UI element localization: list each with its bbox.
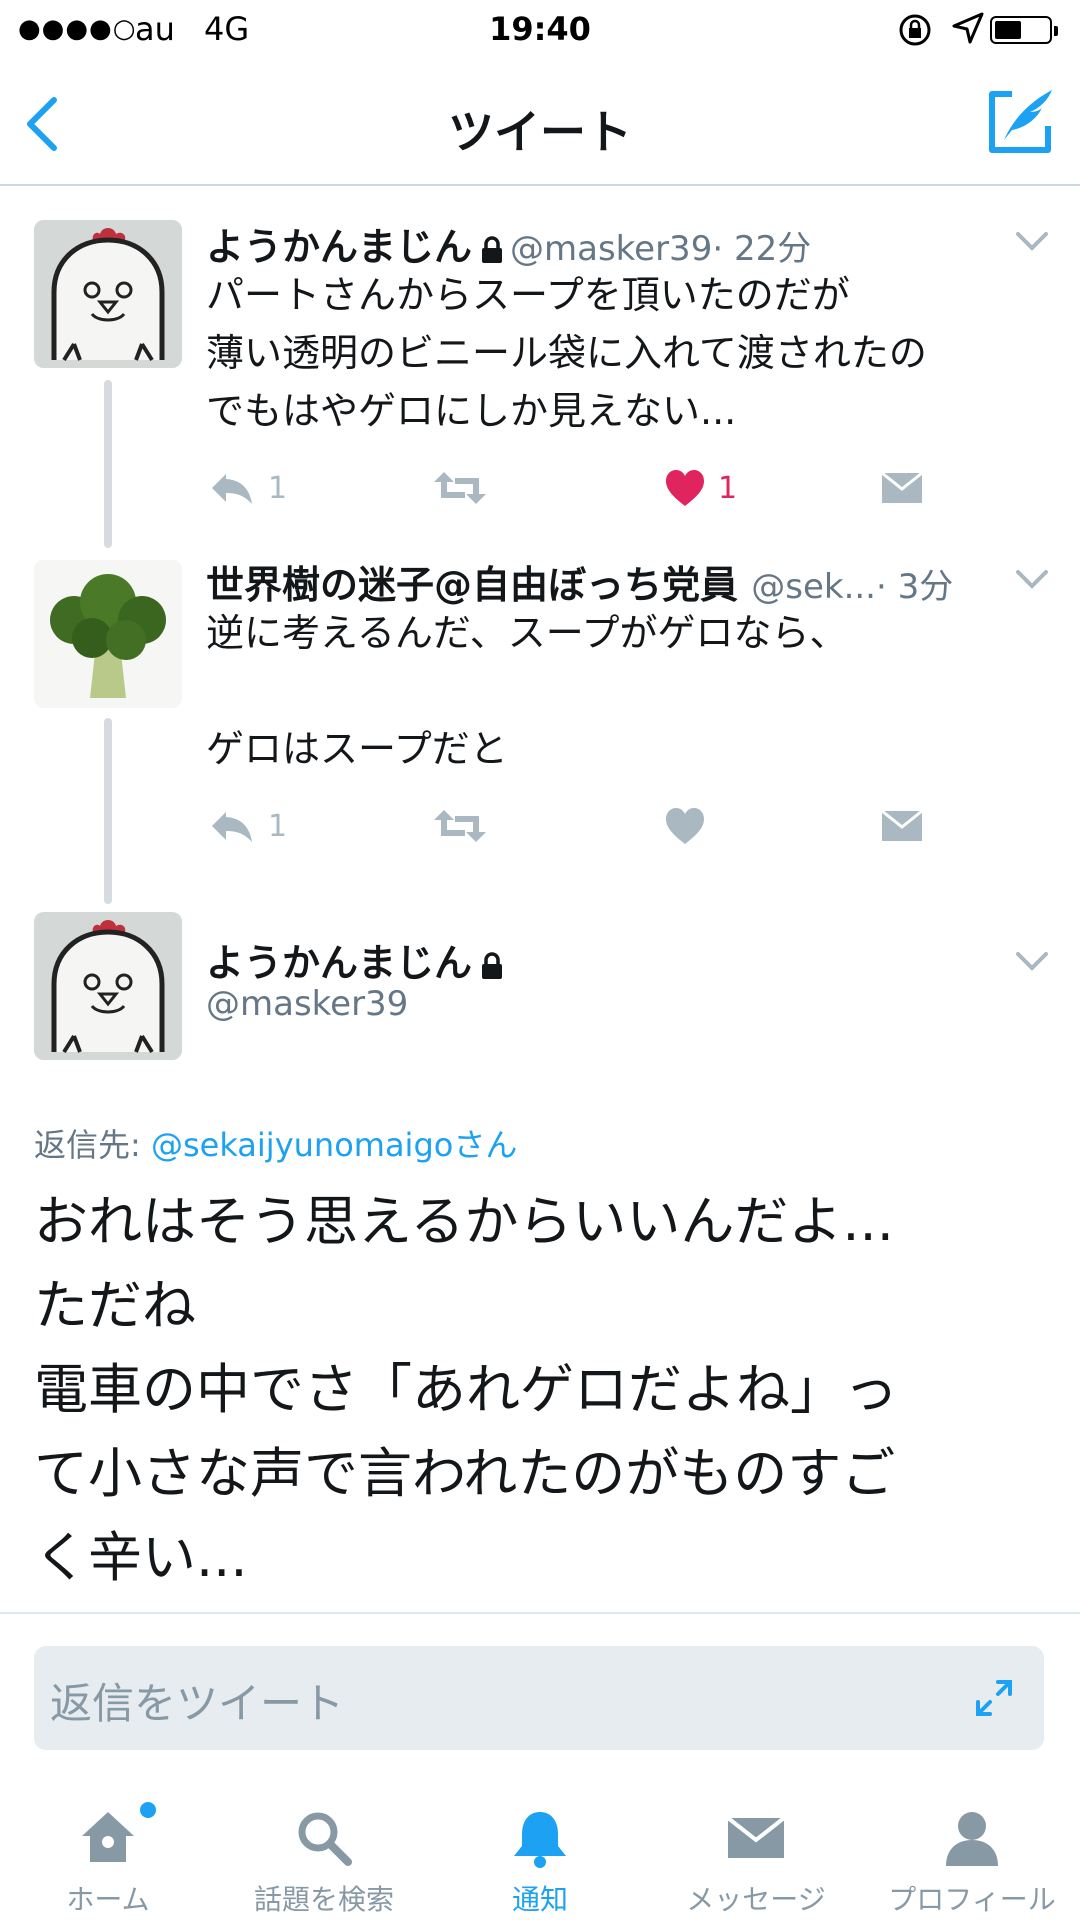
like-count: 1 (718, 470, 738, 506)
chevron-down-icon[interactable] (1012, 946, 1052, 976)
tab-search[interactable]: 話題を検索 (216, 1790, 432, 1920)
chicken-avatar-icon (34, 220, 182, 368)
author-name: 世界樹の迷子@自由ぼっち党員 (206, 563, 739, 607)
author-handle: @sek... (751, 567, 876, 607)
tweet-line: ゲロはスープだと (206, 727, 508, 771)
tweet-time: · 3分 (876, 567, 954, 607)
compose-button[interactable] (982, 82, 1062, 162)
retweet-button[interactable] (432, 802, 488, 850)
tab-profile[interactable]: プロフィール (864, 1790, 1080, 1920)
home-icon (82, 1812, 134, 1862)
retweet-icon (434, 472, 486, 504)
location-arrow-icon (950, 10, 986, 54)
reply-icon (212, 474, 252, 504)
notification-dot (140, 1802, 156, 1818)
direct-message-button[interactable] (880, 802, 924, 850)
avatar[interactable] (34, 220, 182, 368)
tweet-author: 世界樹の迷子@自由ぼっち党員 @sek...· 3分 (206, 554, 953, 609)
divider (0, 1612, 1080, 1614)
author-name: ようかんまじん (206, 941, 473, 985)
reply-compose-field[interactable]: 返信をツイート (34, 1646, 1044, 1750)
like-button[interactable]: 1 (664, 464, 737, 512)
retweet-icon (434, 810, 486, 842)
compose-tweet-icon (989, 90, 1052, 153)
tweet-line: でもはやゲロにしか見えない... (206, 389, 737, 433)
expand-icon[interactable] (974, 1678, 1014, 1718)
lock-icon (482, 235, 503, 263)
person-icon (946, 1812, 998, 1866)
tweet-line: 逆に考えるんだ、スープがゲロなら、 (206, 611, 848, 655)
reply-to-user-link[interactable]: @sekaijyunomaigo (151, 1126, 453, 1164)
reply-button[interactable]: 1 (208, 464, 287, 512)
reply-placeholder: 返信をツイート (50, 1679, 345, 1728)
tab-label: 話題を検索 (253, 1883, 394, 1916)
heart-icon (666, 808, 704, 844)
reply-button[interactable]: 1 (208, 802, 287, 850)
envelope-icon (881, 809, 923, 841)
reply-icon (212, 812, 252, 842)
direct-message-button[interactable] (880, 464, 924, 512)
tweet-text: 逆に考えるんだ、スープがゲロなら、 ゲロはスープだと (206, 604, 847, 778)
tab-messages[interactable]: メッセージ (648, 1790, 864, 1920)
tweet-author: ようかんまじん (206, 932, 510, 987)
tab-bar: ホーム 話題を検索 通知 メッセージ プロフィール (0, 1790, 1080, 1920)
like-button[interactable] (664, 802, 706, 850)
reply-count: 1 (268, 470, 288, 506)
tab-label: 通知 (511, 1883, 568, 1916)
author-name: ようかんまじん (206, 225, 473, 269)
heart-icon (666, 470, 704, 506)
tweet-text: パートさんからスープを頂いたのだが薄い透明のビニール袋に入れて渡されたの でもはや… (206, 266, 927, 440)
thread-connector (104, 380, 112, 548)
tab-label: メッセージ (686, 1883, 826, 1916)
bell-icon (514, 1812, 566, 1868)
tweet-line: パートさんからスープを頂いたのだが (206, 273, 850, 317)
retweet-button[interactable] (432, 464, 488, 512)
broccoli-avatar-icon (34, 560, 182, 708)
search-icon (298, 1812, 352, 1866)
thread-connector (104, 718, 112, 904)
tweet-author: ようかんまじん @masker39· 22分 (206, 216, 811, 271)
avatar[interactable] (34, 912, 182, 1060)
reply-to-label: 返信先: (34, 1126, 141, 1164)
tab-home[interactable]: ホーム (0, 1790, 216, 1920)
envelope-icon (881, 471, 923, 503)
focused-tweet-text: おれはそう思えるからいいんだよ... ただね 電車の中でさ「あれゲロだよね」っ … (34, 1190, 898, 1589)
tab-label: ホーム (66, 1883, 150, 1916)
battery-icon (990, 16, 1058, 44)
tab-label: プロフィール (888, 1883, 1056, 1916)
avatar[interactable] (34, 560, 182, 708)
author-handle: @masker39 (510, 229, 713, 269)
chevron-down-icon[interactable] (1012, 226, 1052, 256)
lock-icon (482, 951, 503, 979)
chevron-down-icon[interactable] (1012, 564, 1052, 594)
status-bar: ●●●●○ au 4G 19:40 (0, 0, 1080, 60)
author-handle: @masker39 (206, 984, 409, 1024)
chicken-avatar-icon (34, 912, 182, 1060)
reply-count: 1 (268, 808, 288, 844)
rotation-lock-icon (895, 10, 935, 58)
reply-to-line: 返信先: @sekaijyunomaigoさん (34, 1120, 517, 1166)
envelope-icon (726, 1816, 786, 1858)
reply-to-suffix: さん (453, 1126, 518, 1164)
page-title: ツイート (448, 105, 632, 159)
tweet-time: · 22分 (712, 229, 812, 269)
tab-notifications[interactable]: 通知 (432, 1790, 648, 1920)
tweet-line: 薄い透明のビニール袋に入れて渡されたの (206, 331, 927, 375)
navigation-bar: ツイート (0, 60, 1080, 186)
